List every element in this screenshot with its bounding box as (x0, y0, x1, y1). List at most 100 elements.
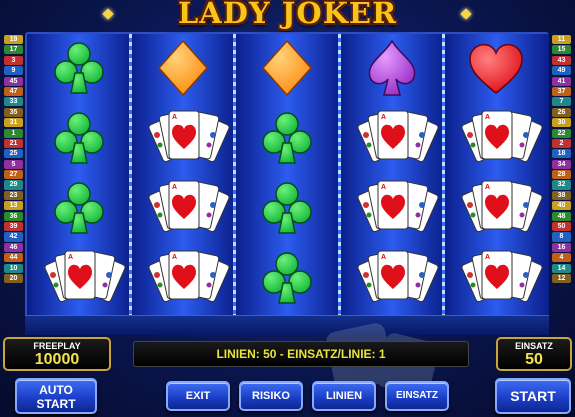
reel-1: A (27, 34, 132, 315)
club-symbol-icon (237, 175, 337, 241)
auto-start-label-1: AUTO (39, 383, 73, 397)
payline-number: 28 (552, 170, 571, 180)
risiko-button[interactable]: RISIKO (239, 381, 303, 411)
payline-number: 29 (4, 180, 23, 190)
payline-number: 21 (4, 138, 23, 148)
payline-number: 16 (552, 242, 571, 252)
reel-divider (129, 34, 132, 315)
svg-text:A: A (485, 254, 490, 261)
diamond-symbol-icon (237, 35, 337, 101)
diamond-symbol-icon (133, 35, 233, 101)
payline-number: 11 (552, 35, 571, 45)
freeplay-label: FREEPLAY (33, 341, 81, 351)
jokers-symbol-icon: A (342, 245, 442, 311)
svg-text:A: A (381, 254, 386, 261)
payline-number: 8 (552, 232, 571, 242)
payline-number: 44 (4, 253, 23, 263)
club-symbol-icon (29, 105, 129, 171)
payline-numbers-right: 11 15 43 49 41 37 7 26 30 22 2 18 34 28 32 38 40 48 50 8 16 4… (552, 35, 571, 284)
reel-3 (235, 34, 340, 315)
club-symbol-icon (237, 245, 337, 311)
auto-start-label-2: START (36, 397, 76, 411)
payline-number: 37 (552, 86, 571, 97)
svg-text:A: A (485, 114, 490, 121)
payline-number: 17 (4, 45, 23, 55)
reel-divider (338, 34, 341, 315)
payline-number: 2 (552, 138, 571, 148)
payline-number: 14 (552, 263, 571, 273)
reel-divider (442, 34, 445, 315)
exit-button[interactable]: EXIT (166, 381, 230, 411)
payline-number: 7 (552, 97, 571, 107)
payline-number: 27 (4, 170, 23, 180)
payline-number: 5 (4, 159, 23, 169)
payline-number: 19 (4, 35, 23, 45)
payline-number: 26 (552, 107, 571, 117)
linien-button[interactable]: LINIEN (312, 381, 376, 411)
payline-number: 22 (552, 128, 571, 138)
payline-number: 42 (4, 232, 23, 242)
status-bar: LINIEN: 50 - EINSATZ/LINIE: 1 (133, 341, 469, 367)
svg-text:A: A (68, 254, 73, 261)
svg-text:A: A (381, 184, 386, 191)
jokers-symbol-icon: A (133, 245, 233, 311)
payline-number: 4 (552, 253, 571, 263)
payline-number: 12 (552, 273, 571, 284)
payline-number: 9 (4, 66, 23, 76)
payline-number: 15 (552, 45, 571, 55)
freeplay-value: 10000 (34, 351, 80, 368)
einsatz-value: 50 (525, 351, 543, 368)
reel-2: A A A (131, 34, 236, 315)
club-symbol-icon (29, 35, 129, 101)
payline-number: 34 (552, 159, 571, 169)
jokers-symbol-icon: A (133, 175, 233, 241)
freeplay-box: FREEPLAY 10000 (3, 337, 111, 371)
jokers-symbol-icon: A (29, 245, 129, 311)
jokers-symbol-icon: A (446, 245, 546, 311)
svg-text:A: A (172, 184, 177, 191)
payline-number: 20 (4, 273, 23, 284)
payline-number: 45 (4, 76, 23, 86)
payline-number: 3 (4, 55, 23, 65)
club-symbol-icon (29, 175, 129, 241)
payline-number: 38 (552, 190, 571, 200)
payline-number: 1 (4, 128, 23, 138)
payline-number: 40 (552, 201, 571, 211)
title-bar: LADY JOKER (0, 0, 575, 32)
payline-number: 33 (4, 97, 23, 107)
heart-symbol-icon (446, 35, 546, 101)
svg-text:A: A (172, 254, 177, 261)
payline-number: 31 (4, 118, 23, 128)
game-title: LADY JOKER (177, 0, 398, 30)
payline-numbers-left: 19 17 3 9 45 47 33 35 31 1 21 25 5 27 29 23 13 36 39 42 46 44… (4, 35, 23, 284)
payline-number: 25 (4, 149, 23, 159)
jokers-symbol-icon: A (133, 105, 233, 171)
auto-start-button[interactable]: AUTO START (15, 378, 97, 414)
payline-number: 36 (4, 211, 23, 221)
einsatz-label: EINSATZ (515, 341, 553, 351)
slot-machine: LADY JOKER 19 17 3 9 45 47 33 35 31 1 21 25 5 27 29 23 1… (0, 0, 575, 417)
payline-number: 32 (552, 180, 571, 190)
payline-number: 43 (552, 55, 571, 65)
svg-text:A: A (485, 184, 490, 191)
reel-4: A A A (340, 34, 445, 315)
spade-symbol-icon (342, 35, 442, 101)
einsatz-button[interactable]: EINSATZ (385, 381, 449, 411)
einsatz-box: EINSATZ 50 (496, 337, 572, 371)
jokers-symbol-icon: A (446, 105, 546, 171)
payline-number: 30 (552, 118, 571, 128)
club-symbol-icon (237, 105, 337, 171)
payline-number: 35 (4, 107, 23, 117)
payline-number: 50 (552, 222, 571, 232)
reel-5: A A A (444, 34, 549, 315)
payline-number: 48 (552, 211, 571, 221)
start-button[interactable]: START (495, 378, 571, 414)
payline-number: 13 (4, 201, 23, 211)
payline-number: 49 (552, 66, 571, 76)
jokers-symbol-icon: A (342, 175, 442, 241)
payline-number: 39 (4, 222, 23, 232)
jokers-symbol-icon: A (446, 175, 546, 241)
payline-number: 46 (4, 242, 23, 252)
payline-number: 41 (552, 76, 571, 86)
jokers-symbol-icon: A (342, 105, 442, 171)
